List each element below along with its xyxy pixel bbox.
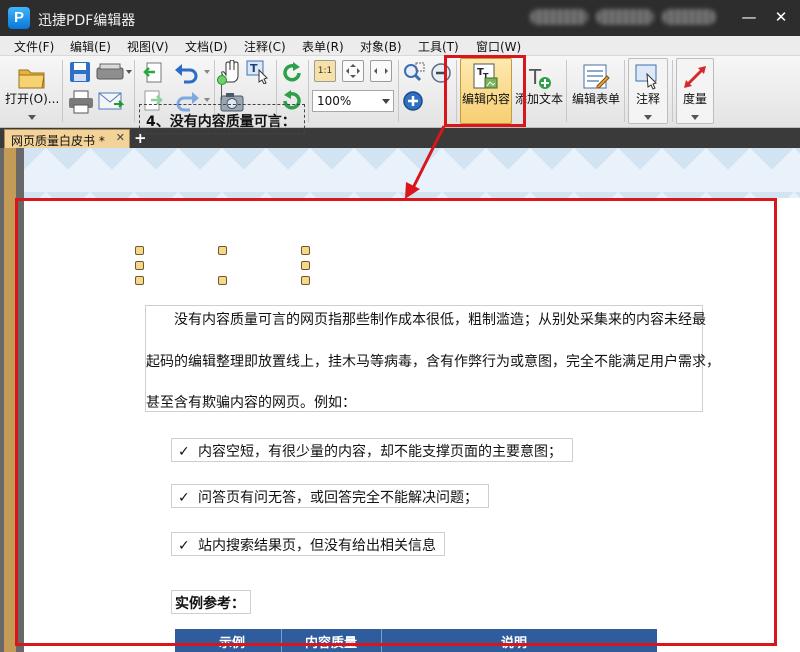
folder-icon [18,69,45,89]
measure-label: 度量 [682,92,707,106]
save-icon[interactable] [68,60,92,84]
menu-document[interactable]: 文档(D) [185,38,228,55]
chevron-down-icon[interactable] [204,70,210,74]
menu-window[interactable]: 窗口(W) [476,38,521,55]
select-text-icon[interactable]: T [246,60,270,84]
svg-text:T: T [250,62,258,75]
rotate-handle[interactable] [217,75,227,85]
toolbar: 打开(O)... T 1:1 100% T T 编辑内容 T 添加文本 编辑表单… [0,56,800,128]
blurred-account-info [662,9,716,25]
scanner-icon[interactable] [96,62,124,82]
zoom-select[interactable]: 100% [312,90,394,112]
print-icon[interactable] [68,90,94,114]
menu-annotate[interactable]: 注释(C) [244,38,286,55]
document-tab-bar: 网页质量白皮书 * ✕ + [0,128,800,148]
annotate-icon [635,64,657,90]
menu-bar: 文件(F) 编辑(E) 视图(V) 文档(D) 注释(C) 表单(R) 对象(B… [0,36,800,56]
menu-form[interactable]: 表单(R) [302,38,344,55]
chevron-down-icon[interactable] [691,115,699,120]
tab-document[interactable]: 网页质量白皮书 * ✕ [4,129,130,148]
zoom-in-icon[interactable] [402,90,424,112]
edit-form-label: 编辑表单 [571,92,620,106]
fit-page-button[interactable] [342,60,364,82]
menu-file[interactable]: 文件(F) [14,38,54,55]
close-button[interactable]: ✕ [770,6,792,28]
menu-tools[interactable]: 工具(T) [418,38,459,55]
blurred-account-info [596,9,654,25]
undo-icon[interactable] [174,62,200,84]
chevron-down-icon[interactable] [382,99,390,104]
rotate-handle-stem [221,85,222,100]
email-icon[interactable] [98,90,124,112]
menu-view[interactable]: 视图(V) [127,38,169,55]
previous-view-icon[interactable] [142,62,164,84]
edit-form-button[interactable]: 编辑表单 [570,58,622,124]
section-heading[interactable]: 4、没有内容质量可言： [146,111,296,131]
chevron-down-icon[interactable] [204,98,210,102]
close-icon[interactable]: ✕ [116,131,125,144]
zoom-value: 100% [317,94,352,108]
title-bar: P 迅捷PDF编辑器 — ✕ [0,0,800,36]
add-text-icon: T [528,65,551,89]
fit-width-button[interactable] [370,60,392,82]
rotate-clockwise-icon[interactable] [280,61,304,85]
highlight-box-document-area [15,198,777,646]
measure-icon [684,66,706,88]
tab-label: 网页质量白皮书 * [11,134,105,148]
chevron-down-icon[interactable] [644,115,652,120]
measure-button[interactable]: 度量 [676,58,714,124]
open-button[interactable]: 打开(O)... [4,58,60,124]
open-label: 打开(O)... [5,92,60,106]
menu-edit[interactable]: 编辑(E) [70,38,111,55]
fit-page-icon [346,64,360,78]
marquee-zoom-icon[interactable] [402,62,426,84]
window-title: 迅捷PDF编辑器 [38,13,136,29]
actual-size-button[interactable]: 1:1 [314,60,336,82]
fit-width-icon [374,68,388,74]
highlight-box-edit-content [444,55,526,127]
page-header-decoration [24,148,800,198]
annotate-label: 注释 [635,92,660,106]
blurred-account-info [530,9,588,25]
app-logo-icon: P [8,7,30,29]
chevron-down-icon[interactable] [126,70,132,74]
menu-object[interactable]: 对象(B) [360,38,402,55]
edit-form-icon [583,64,610,89]
annotate-button[interactable]: 注释 [628,58,668,124]
minimize-button[interactable]: — [738,6,760,28]
chevron-down-icon[interactable] [28,115,36,120]
